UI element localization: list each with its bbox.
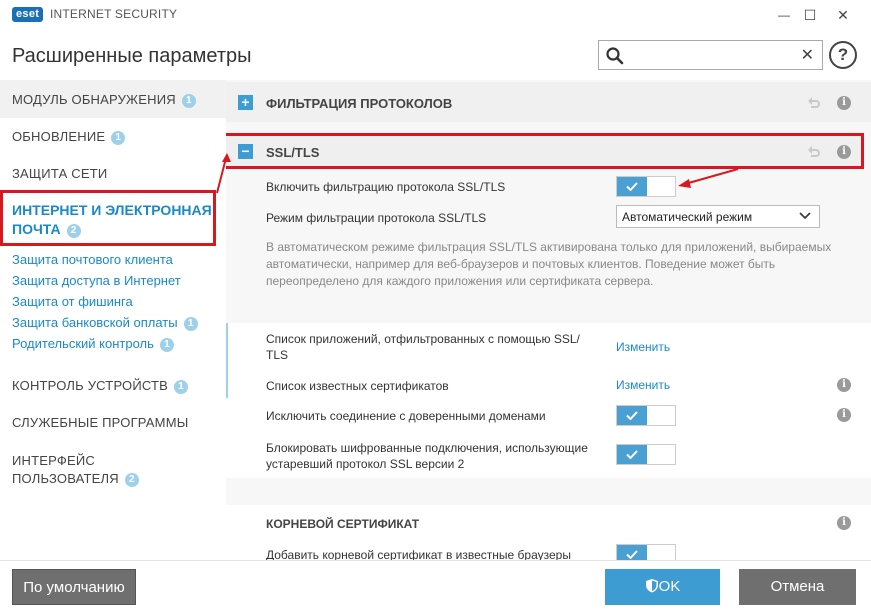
setting-label: Режим фильтрации протокола SSL/TLS — [266, 211, 487, 225]
search-box[interactable]: ✕ — [598, 40, 823, 70]
title-bar: eset INTERNET SECURITY — ☐ ✕ — [0, 0, 871, 30]
sidebar-item-label: ЗАЩИТА СЕТИ — [12, 166, 108, 181]
maximize-button[interactable]: ☐ — [798, 4, 822, 26]
sidebar-subitem-parental[interactable]: Родительский контроль 1 — [12, 336, 174, 352]
setting-label: Блокировать шифрованные подключения, исп… — [266, 440, 606, 472]
setting-label: Список приложений, отфильтрованных с пом… — [266, 331, 606, 363]
info-icon[interactable]: i — [837, 516, 851, 530]
sidebar-subitem-mail-client[interactable]: Защита почтового клиента — [12, 252, 173, 267]
toggle-on-indicator — [617, 545, 647, 560]
app-title: INTERNET SECURITY — [50, 7, 178, 21]
collapse-icon[interactable]: − — [238, 144, 253, 159]
eset-logo: eset — [12, 7, 44, 22]
count-badge: 1 — [181, 94, 196, 108]
sidebar-item-label: МОДУЛЬ ОБНАРУЖЕНИЯ — [12, 92, 176, 107]
footer: По умолчанию OK Отмена — [0, 560, 871, 611]
section-title: SSL/TLS — [266, 145, 320, 160]
sidebar-item-label: СЛУЖЕБНЫЕ ПРОГРАММЫ — [12, 415, 189, 430]
sidebar-item-tools[interactable]: СЛУЖЕБНЫЕ ПРОГРАММЫ — [12, 415, 188, 430]
setting-label: Включить фильтрацию протокола SSL/TLS — [266, 180, 506, 194]
sidebar-subitem-banking[interactable]: Защита банковской оплаты 1 — [12, 315, 198, 331]
sidebar-item-label: КОНТРОЛЬ УСТРОЙСТВ — [12, 378, 169, 393]
expand-icon[interactable]: + — [238, 95, 253, 110]
add-root-cert-toggle[interactable] — [616, 544, 676, 560]
exclude-trusted-toggle[interactable] — [616, 405, 676, 426]
group-indicator-line — [226, 323, 228, 398]
enable-ssl-toggle[interactable] — [616, 176, 676, 197]
edit-app-list-link[interactable]: Изменить — [616, 340, 670, 354]
section-protocol-filtering[interactable]: + ФИЛЬТРАЦИЯ ПРОТОКОЛОВ i — [226, 82, 871, 122]
mode-description: В автоматическом режиме фильтрация SSL/T… — [266, 240, 832, 288]
sidebar-item-label: ИНТЕРНЕТ И ЭЛЕКТРОННАЯ ПОЧТА 2 — [12, 201, 212, 239]
sidebar-subitem-web-access[interactable]: Защита доступа в Интернет — [12, 273, 181, 288]
filtering-mode-select[interactable]: Автоматический режим — [616, 205, 820, 228]
info-icon[interactable]: i — [837, 378, 851, 392]
clear-search-icon[interactable]: ✕ — [801, 45, 814, 65]
info-icon[interactable]: i — [837, 96, 851, 110]
default-button[interactable]: По умолчанию — [12, 569, 136, 605]
close-button[interactable]: ✕ — [831, 4, 855, 26]
section-title: ФИЛЬТРАЦИЯ ПРОТОКОЛОВ — [266, 96, 453, 111]
select-value: Автоматический режим — [622, 210, 753, 224]
count-badge: 1 — [183, 317, 198, 331]
label-line: Список приложений, отфильтрованных с пом… — [266, 332, 580, 346]
settings-content: + ФИЛЬТРАЦИЯ ПРОТОКОЛОВ i − SSL/TLS i Вк… — [226, 80, 871, 560]
info-icon[interactable]: i — [837, 408, 851, 422]
sidebar-item-update[interactable]: ОБНОВЛЕНИЕ 1 — [12, 129, 126, 145]
toggle-on-indicator — [617, 177, 647, 196]
count-badge: 1 — [159, 338, 174, 352]
label-line: TLS — [266, 348, 289, 362]
sidebar-item-label: Защита банковской оплаты — [12, 315, 178, 330]
count-badge: 1 — [174, 380, 189, 394]
info-icon[interactable]: i — [837, 145, 851, 159]
label-line: Блокировать шифрованные подключения, исп… — [266, 441, 588, 455]
count-badge: 2 — [66, 224, 81, 238]
sidebar-item-label: Родительский контроль — [12, 336, 154, 351]
sidebar-item-ui[interactable]: ИНТЕРФЕЙС ПОЛЬЗОВАТЕЛЯ 2 — [12, 452, 142, 488]
section-ssl-tls[interactable]: − SSL/TLS i — [226, 133, 864, 169]
block-ssl2-toggle[interactable] — [616, 444, 676, 465]
minimize-button[interactable]: — — [772, 4, 796, 26]
sidebar-item-web-email[interactable]: ИНТЕРНЕТ И ЭЛЕКТРОННАЯ ПОЧТА 2 — [0, 190, 216, 246]
setting-label: Список известных сертификатов — [266, 379, 449, 393]
toggle-on-indicator — [617, 406, 647, 425]
label-line: ИНТЕРНЕТ И ЭЛЕКТРОННАЯ — [12, 202, 212, 218]
revert-icon[interactable] — [806, 144, 822, 160]
sidebar-item-detection[interactable]: МОДУЛЬ ОБНАРУЖЕНИЯ 1 — [12, 92, 196, 108]
section-title: КОРНЕВОЙ СЕРТИФИКАТ — [266, 517, 420, 531]
checkmark-icon — [626, 450, 638, 459]
sidebar-item-label: ИНТЕРФЕЙС ПОЛЬЗОВАТЕЛЯ — [12, 453, 119, 486]
setting-label: Исключить соединение с доверенными домен… — [266, 409, 546, 423]
label-line: устаревший протокол SSL версии 2 — [266, 457, 465, 471]
sidebar-item-device-control[interactable]: КОНТРОЛЬ УСТРОЙСТВ 1 — [12, 378, 189, 394]
revert-icon[interactable] — [806, 95, 822, 111]
sidebar-subitem-antiphishing[interactable]: Защита от фишинга — [12, 294, 133, 309]
cancel-button[interactable]: Отмена — [739, 569, 856, 605]
sidebar-item-label: ОБНОВЛЕНИЕ — [12, 129, 106, 144]
checkmark-icon — [626, 550, 638, 559]
checkmark-icon — [626, 411, 638, 420]
count-badge: 1 — [111, 131, 126, 145]
count-badge: 2 — [124, 473, 139, 487]
page-title: Расширенные параметры — [12, 45, 252, 67]
shield-icon — [645, 579, 658, 593]
checkmark-icon — [626, 182, 638, 191]
edit-known-certs-link[interactable]: Изменить — [616, 378, 670, 392]
setting-label: Добавить корневой сертификат в известные… — [266, 548, 571, 560]
chevron-down-icon — [799, 212, 811, 220]
toggle-on-indicator — [617, 445, 647, 464]
ok-label: OK — [658, 578, 681, 595]
ok-button[interactable]: OK — [605, 569, 720, 605]
search-icon — [606, 47, 624, 65]
sidebar: МОДУЛЬ ОБНАРУЖЕНИЯ 1 ОБНОВЛЕНИЕ 1 ЗАЩИТА С… — [0, 80, 226, 560]
sidebar-item-network[interactable]: ЗАЩИТА СЕТИ — [12, 166, 107, 181]
search-input[interactable] — [629, 45, 789, 65]
label-line: ПОЧТА — [12, 221, 61, 237]
help-button[interactable]: ? — [829, 41, 857, 69]
